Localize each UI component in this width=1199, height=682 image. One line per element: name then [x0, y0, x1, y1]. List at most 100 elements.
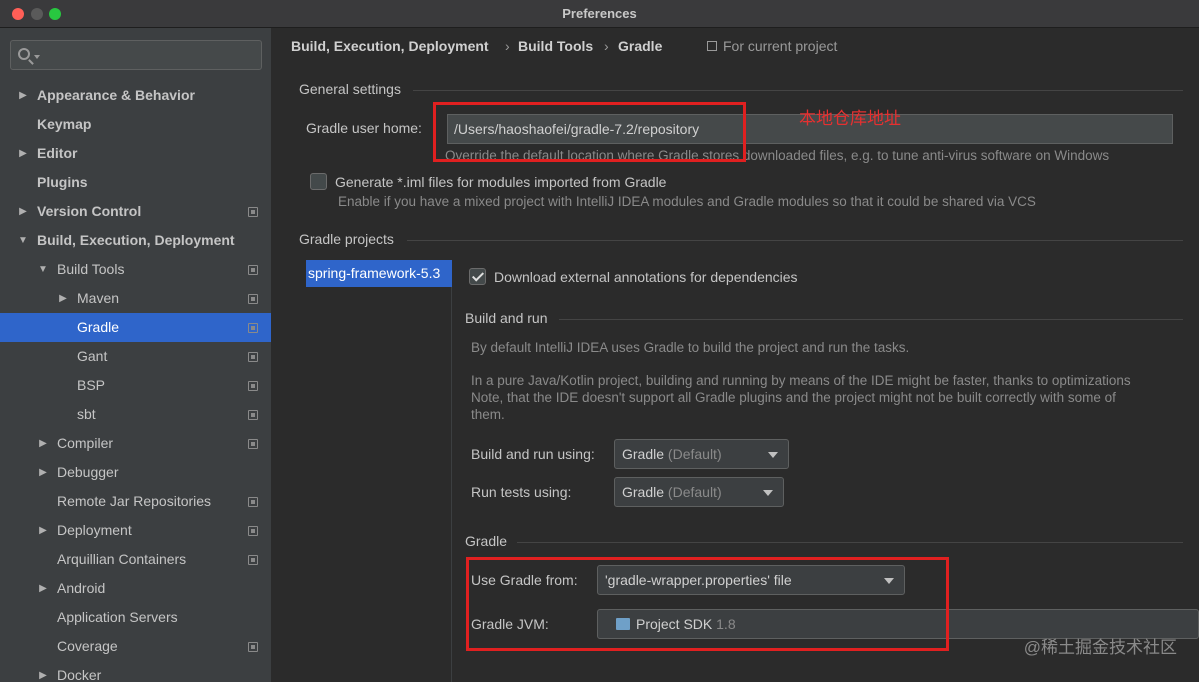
chevron-right-icon[interactable]: ▶: [17, 197, 29, 226]
annotation-text: 本地仓库地址: [799, 109, 901, 128]
sidebar-item-label: Compiler: [57, 435, 114, 451]
sidebar-item-coverage[interactable]: Coverage: [0, 632, 271, 661]
window-title: Preferences: [562, 6, 637, 21]
project-scope-icon: [248, 526, 258, 536]
project-scope-icon: [248, 642, 258, 652]
watermark: @稀土掘金技术社区: [1023, 638, 1177, 657]
gradle-user-home-label: Gradle user home:: [306, 120, 422, 136]
sidebar-item-label: Docker: [57, 667, 102, 682]
chevron-down-icon: [763, 490, 773, 496]
chevron-right-icon[interactable]: ▶: [37, 516, 49, 545]
sidebar-item-label: Gradle: [77, 319, 120, 335]
divider: [559, 319, 1183, 320]
chevron-right-icon: ›: [505, 38, 510, 54]
sidebar-item-sbt[interactable]: sbt: [0, 400, 271, 429]
breadcrumb-build-execution-deployment[interactable]: Build, Execution, Deployment: [291, 38, 489, 54]
annotation-highlight-box: [433, 102, 746, 162]
sidebar-item-keymap[interactable]: Keymap: [0, 110, 271, 139]
build-and-run-using-label: Build and run using:: [471, 446, 595, 462]
settings-search-input[interactable]: [10, 40, 262, 70]
sidebar-item-bsp[interactable]: BSP: [0, 371, 271, 400]
sidebar-item-plugins[interactable]: Plugins: [0, 168, 271, 197]
sidebar-item-label: Coverage: [57, 638, 118, 654]
sidebar-item-label: Android: [57, 580, 106, 596]
chevron-right-icon[interactable]: ▶: [57, 284, 69, 313]
project-scope-icon: [248, 381, 258, 391]
chevron-right-icon[interactable]: ▶: [17, 139, 29, 168]
project-scope-icon: [248, 294, 258, 304]
generate-iml-label: Generate *.iml files for modules importe…: [335, 174, 667, 190]
sidebar-item-docker[interactable]: ▶ Docker: [0, 661, 271, 682]
sidebar-item-debugger[interactable]: ▶ Debugger: [0, 458, 271, 487]
annotation-highlight-box: [466, 557, 949, 651]
chevron-right-icon[interactable]: ▶: [17, 81, 29, 110]
breadcrumb-gradle: Gradle: [618, 38, 663, 54]
project-scope-icon: [248, 555, 258, 565]
sidebar-item-label: Plugins: [37, 174, 88, 190]
settings-sidebar: ▶ Appearance & Behavior Keymap ▶ Editor Plugi…: [0, 28, 272, 682]
scope-label: For current project: [723, 38, 838, 54]
project-item-spring-framework[interactable]: spring-framework-5.3: [306, 260, 452, 287]
sidebar-item-label: Build, Execution, Deployment: [37, 232, 235, 248]
project-scope-icon: [248, 410, 258, 420]
search-icon: [18, 48, 30, 60]
project-scope-icon: [248, 265, 258, 275]
sidebar-item-label: Debugger: [57, 464, 119, 480]
sidebar-item-label: Editor: [37, 145, 78, 161]
chevron-right-icon[interactable]: ▶: [37, 574, 49, 603]
chevron-right-icon[interactable]: ▶: [37, 429, 49, 458]
section-general-settings: General settings: [299, 81, 401, 97]
sidebar-item-compiler[interactable]: ▶ Compiler: [0, 429, 271, 458]
sidebar-item-gant[interactable]: Gant: [0, 342, 271, 371]
run-tests-using-dropdown[interactable]: Gradle (Default): [614, 477, 784, 507]
project-scope-icon: [707, 41, 717, 51]
run-tests-using-label: Run tests using:: [471, 484, 572, 500]
chevron-right-icon: ›: [604, 38, 609, 54]
sidebar-item-label: Build Tools: [57, 261, 125, 277]
sidebar-item-label: Remote Jar Repositories: [57, 493, 212, 509]
sidebar-item-editor[interactable]: ▶ Editor: [0, 139, 271, 168]
sidebar-item-application-servers[interactable]: Application Servers: [0, 603, 271, 632]
divider: [413, 90, 1183, 91]
chevron-down-icon[interactable]: ▼: [37, 255, 49, 284]
build-and-run-using-dropdown[interactable]: Gradle (Default): [614, 439, 789, 469]
project-scope-icon: [248, 497, 258, 507]
project-scope-icon: [248, 352, 258, 362]
chevron-down-icon: [34, 55, 40, 59]
sidebar-item-label: Appearance & Behavior: [37, 87, 195, 103]
chevron-right-icon[interactable]: ▶: [37, 661, 49, 682]
build-run-note-line2: Note, that the IDE doesn't support all G…: [471, 390, 1116, 405]
sidebar-item-version-control[interactable]: ▶ Version Control: [0, 197, 271, 226]
title-bar: Preferences: [0, 0, 1199, 28]
sidebar-item-appearance-behavior[interactable]: ▶ Appearance & Behavior: [0, 81, 271, 110]
chevron-right-icon[interactable]: ▶: [37, 458, 49, 487]
gradle-settings-panel: Build, Execution, Deployment › Build Too…: [273, 28, 1199, 682]
project-scope-icon: [248, 439, 258, 449]
sidebar-item-arquillian-containers[interactable]: Arquillian Containers: [0, 545, 271, 574]
download-annotations-checkbox[interactable]: [469, 268, 486, 285]
sidebar-item-deployment[interactable]: ▶ Deployment: [0, 516, 271, 545]
generate-iml-hint: Enable if you have a mixed project with …: [338, 194, 1036, 209]
build-and-run-using-value: Gradle: [622, 446, 665, 462]
section-gradle-projects: Gradle projects: [299, 231, 394, 247]
sidebar-item-label: sbt: [77, 406, 96, 422]
sidebar-item-build-execution-deployment[interactable]: ▼ Build, Execution, Deployment: [0, 226, 271, 255]
project-scope-icon: [248, 207, 258, 217]
sidebar-item-android[interactable]: ▶ Android: [0, 574, 271, 603]
sidebar-item-label: Deployment: [57, 522, 132, 538]
breadcrumb-build-tools[interactable]: Build Tools: [518, 38, 593, 54]
sidebar-item-label: Version Control: [37, 203, 142, 219]
generate-iml-checkbox[interactable]: [310, 173, 327, 190]
sidebar-item-label: BSP: [77, 377, 106, 393]
build-run-description: By default IntelliJ IDEA uses Gradle to …: [471, 340, 910, 355]
chevron-down-icon[interactable]: ▼: [17, 226, 29, 255]
build-run-note-line1: In a pure Java/Kotlin project, building …: [471, 373, 1131, 388]
section-build-and-run: Build and run: [465, 310, 548, 326]
sidebar-item-remote-jar-repositories[interactable]: Remote Jar Repositories: [0, 487, 271, 516]
sidebar-item-label: Application Servers: [57, 609, 178, 625]
sidebar-item-build-tools[interactable]: ▼ Build Tools: [0, 255, 271, 284]
sidebar-item-label: Keymap: [37, 116, 92, 132]
sidebar-item-maven[interactable]: ▶ Maven: [0, 284, 271, 313]
sidebar-item-gradle[interactable]: Gradle: [0, 313, 271, 342]
run-tests-using-default: (Default): [667, 484, 722, 500]
